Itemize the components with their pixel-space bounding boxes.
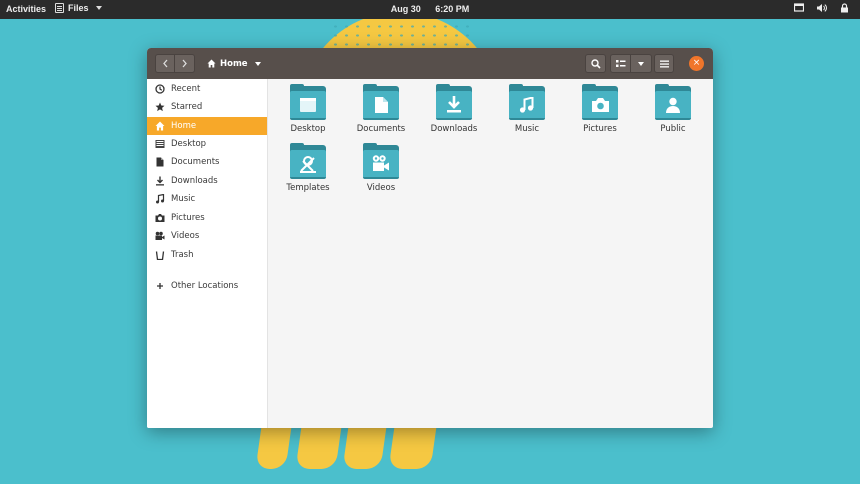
folder-icon [290,84,326,120]
folder-icon [655,84,691,120]
path-bar-home[interactable]: Home [207,54,261,73]
folder-icon [509,84,545,120]
folder-label: Public [660,124,686,134]
files-window: Home × Recent Starred Home Desktop Docum… [147,48,713,428]
back-button[interactable] [155,54,175,73]
sidebar-item-trash[interactable]: Trash [147,246,267,264]
sidebar-item-label: Pictures [171,213,205,223]
sidebar-item-label: Desktop [171,139,207,149]
sidebar-item-desktop[interactable]: Desktop [147,135,267,153]
folder-desktop[interactable]: Desktop [273,79,343,135]
folder-documents[interactable]: Documents [346,79,416,135]
sidebar-item-label: Trash [171,250,194,260]
view-dropdown-button[interactable] [631,54,652,73]
folder-label: Pictures [583,124,617,134]
lock-icon[interactable] [839,3,850,14]
desktop-icon [290,91,326,118]
templates-icon [290,150,326,177]
path-bar-label: Home [220,58,248,69]
forward-button[interactable] [175,54,195,73]
close-button[interactable]: × [689,56,704,71]
desktop-icon [155,139,165,149]
video-icon [155,231,165,241]
sidebar-item-home[interactable]: Home [147,117,267,135]
document-icon [363,91,399,118]
sidebar-item-videos[interactable]: Videos [147,227,267,245]
folder-label: Desktop [290,124,326,134]
folder-downloads[interactable]: Downloads [419,79,489,135]
search-button[interactable] [585,54,606,73]
list-view-button[interactable] [610,54,631,73]
download-icon [436,91,472,118]
sidebar-item-label: Starred [171,102,203,112]
clock-time: 6:20 PM [435,4,470,14]
view-options [610,54,652,73]
download-icon [155,176,165,186]
sidebar-item-other-locations[interactable]: Other Locations [147,277,267,295]
plus-icon [155,281,165,291]
clock[interactable]: Aug 30 6:20 PM [0,4,860,14]
sidebar-item-pictures[interactable]: Pictures [147,209,267,227]
sidebar-item-label: Home [171,121,197,131]
sidebar-item-starred[interactable]: Starred [147,98,267,116]
sidebar: Recent Starred Home Desktop Documents Do… [147,79,268,428]
screen-icon[interactable] [793,3,804,14]
clock-date: Aug 30 [390,4,421,14]
sidebar-item-downloads[interactable]: Downloads [147,172,267,190]
sidebar-item-label: Documents [171,157,220,167]
folder-music[interactable]: Music [492,79,562,135]
chevron-right-icon [182,59,187,68]
trash-icon [155,250,165,260]
navigation-buttons [155,54,195,73]
home-icon [155,121,165,131]
folder-icon [363,143,399,179]
folder-label: Videos [366,183,396,193]
list-view-icon [615,60,625,67]
folder-icon [363,84,399,120]
folder-label: Documents [356,124,406,134]
sidebar-item-label: Recent [171,84,201,94]
sidebar-item-recent[interactable]: Recent [147,80,267,98]
camera-icon [155,213,165,223]
volume-icon[interactable] [816,3,827,14]
folder-videos[interactable]: Videos [346,138,416,194]
chevron-left-icon [162,59,167,68]
person-icon [655,91,691,118]
folder-icon [290,143,326,179]
folder-icon [436,84,472,120]
search-icon [590,58,601,69]
hamburger-icon [659,60,669,67]
sidebar-item-label: Videos [171,231,200,241]
sidebar-item-label: Music [171,194,196,204]
folder-templates[interactable]: Templates [273,138,343,194]
chevron-down-icon [254,61,261,66]
camera-icon [582,91,618,118]
star-icon [155,102,165,112]
sidebar-item-documents[interactable]: Documents [147,153,267,171]
music-icon [509,91,545,118]
sidebar-item-label: Downloads [171,176,218,186]
chevron-down-icon [638,61,644,66]
folder-public[interactable]: Public [638,79,708,135]
folder-label: Downloads [430,124,478,134]
sidebar-item-music[interactable]: Music [147,190,267,208]
folder-label: Templates [286,183,330,193]
folder-view: Desktop Documents Downloads Music Pictur… [268,79,713,428]
folder-label: Music [514,124,540,134]
folder-icon [582,84,618,120]
top-bar: Activities Files Aug 30 6:20 PM [0,0,860,19]
video-icon [363,150,399,177]
header-bar: Home × [147,48,713,79]
sidebar-item-label: Other Locations [171,281,239,291]
system-tray[interactable] [793,3,850,14]
menu-button[interactable] [654,54,674,73]
document-icon [155,157,165,167]
music-icon [155,194,165,204]
home-icon [207,59,216,68]
folder-pictures[interactable]: Pictures [565,79,635,135]
clock-icon [155,84,165,94]
